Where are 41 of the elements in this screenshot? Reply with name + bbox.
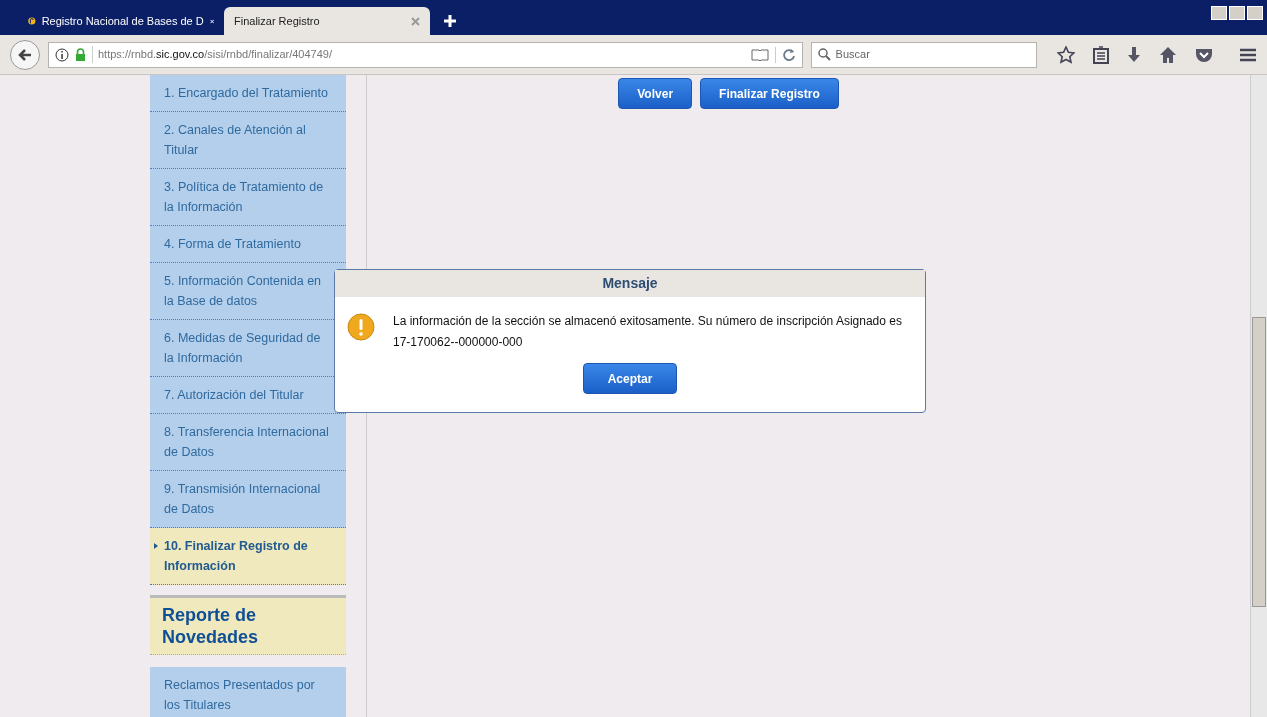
sidebar-item[interactable]: 4. Forma de Tratamiento xyxy=(150,226,346,263)
search-icon xyxy=(817,48,831,61)
tab-title: Finalizar Registro xyxy=(234,13,320,29)
lock-icon xyxy=(75,48,86,61)
browser-tab[interactable]: Registro Nacional de Bases de D xyxy=(18,7,224,35)
sidebar-item[interactable]: 10. Finalizar Registro de Información xyxy=(150,528,346,585)
address-bar[interactable]: https://rnbd.sic.gov.co/sisi/rnbd/finalizar/404749/ xyxy=(48,41,803,68)
browser-tab[interactable]: Finalizar Registro xyxy=(224,7,430,35)
pocket-icon[interactable] xyxy=(1195,46,1213,63)
home-icon[interactable] xyxy=(1159,45,1177,64)
new-tab-icon[interactable] xyxy=(444,15,456,27)
search-placeholder: Buscar xyxy=(835,47,870,63)
sidebar-item[interactable]: Reclamos Presentados por los Titulares xyxy=(150,667,346,717)
back-arrow-icon xyxy=(17,46,33,63)
sidebar-item[interactable]: 8. Transferencia Internacional de Datos xyxy=(150,414,346,471)
action-button[interactable]: Volver xyxy=(618,78,693,109)
sidebar-item[interactable]: 5. Información Contenida en la Base de datos xyxy=(150,263,346,320)
section-heading: Reporte de Novedades xyxy=(150,595,346,655)
dialog-message: La información de la sección se almacenó exitosamente. Su número de inscripción Asignado es 17-170062--000000-000 xyxy=(393,313,903,351)
star-icon[interactable] xyxy=(1057,45,1075,64)
reload-icon[interactable] xyxy=(781,47,796,62)
back-button[interactable] xyxy=(10,39,40,70)
sidebar-item[interactable]: 2. Canales de Atención al Titular xyxy=(150,112,346,169)
search-field[interactable]: Buscar xyxy=(810,41,1037,68)
list-icon[interactable] xyxy=(1093,45,1109,64)
info-icon[interactable] xyxy=(55,47,69,62)
sidebar-item[interactable]: 3. Política de Tratamiento de la Información xyxy=(150,169,346,226)
download-icon[interactable] xyxy=(1127,45,1141,64)
warning-icon xyxy=(347,313,375,341)
tab-title: Registro Nacional de Bases de D xyxy=(41,13,204,29)
sidebar-item[interactable]: 7. Autorización del Titular xyxy=(150,377,346,414)
accept-button[interactable]: Aceptar xyxy=(582,363,678,394)
reader-view-icon[interactable] xyxy=(750,47,769,62)
url-text: https://rnbd.sic.gov.co/sisi/rnbd/finalizar/404749/ xyxy=(92,46,332,63)
sidebar-item[interactable]: 1. Encargado del Tratamiento xyxy=(150,75,346,112)
scrollbar-thumb[interactable] xyxy=(1252,317,1266,607)
menu-icon[interactable] xyxy=(1239,46,1257,63)
action-button[interactable]: Finalizar Registro xyxy=(700,78,839,109)
dialog-title: Mensaje xyxy=(335,270,925,297)
sidebar-item[interactable]: 9. Transmisión Internacional de Datos xyxy=(150,471,346,528)
scrollbar[interactable] xyxy=(1250,75,1267,717)
